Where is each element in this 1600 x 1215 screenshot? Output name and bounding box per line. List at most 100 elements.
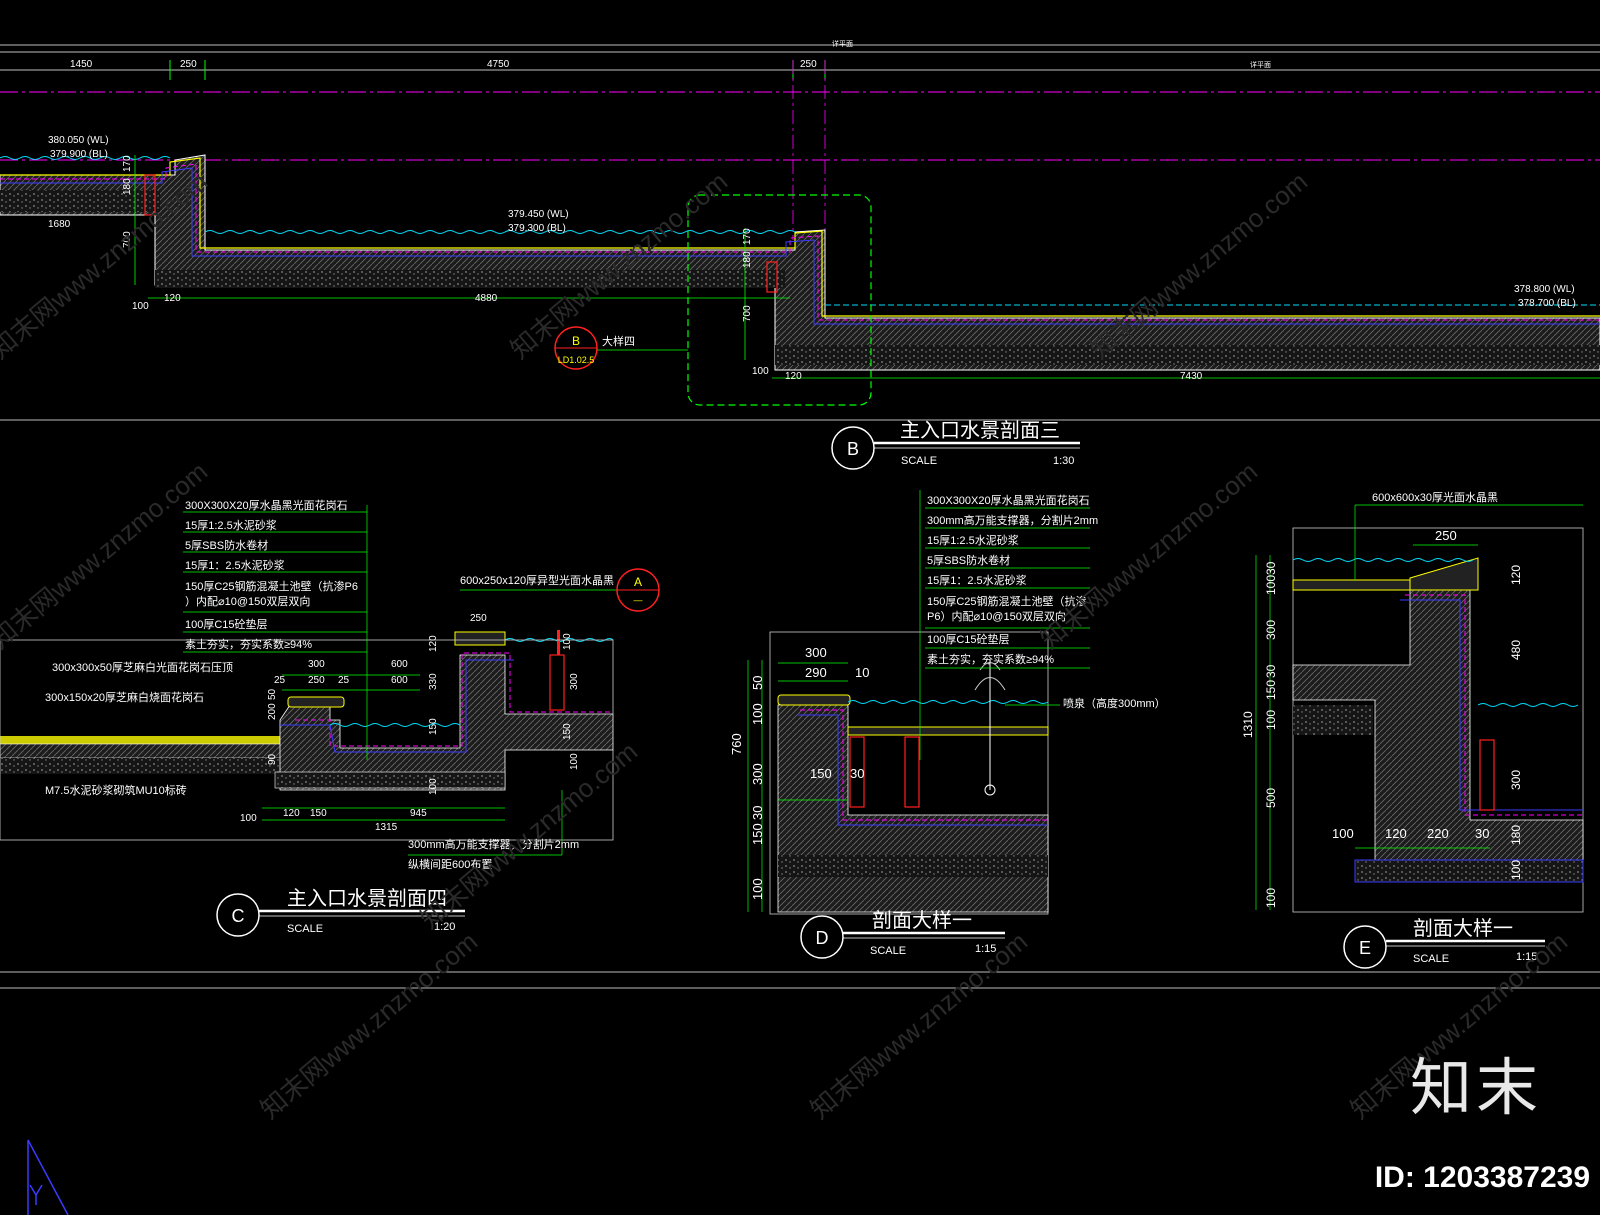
title-letter: C [232,906,245,926]
dim-1450: 1450 [70,59,93,70]
dim: 150 [310,808,327,819]
fountain-note: 喷泉（高度300mm） [1063,696,1166,710]
watermark: 知末网www.znzmo.com [1035,456,1263,654]
dim: 170 [742,228,753,245]
dim: 7430 [1180,371,1203,382]
dim-250-b: 250 [800,59,817,70]
watermark: 知末网www.znzmo.com [805,926,1033,1124]
dim: 290 [805,665,827,680]
note: 素土夯实，夯实系数≥94% [927,652,1054,666]
section-d-drawing [769,490,1049,915]
note: 15厚1:2.5水泥砂浆 [927,533,1019,547]
dim: 600 [391,675,408,686]
note: 150厚C25钢筋混凝土池壁（抗渗P6 [185,579,358,593]
dim: 50 [267,688,278,700]
title-name: 主入口水景剖面三 [900,419,1060,442]
dim: 100 [750,703,765,725]
note: 5厚SBS防水卷材 [927,553,1010,567]
dim: 300 [1264,620,1278,640]
note: 素土夯实，夯实系数≥94% [185,637,312,651]
dim: 100 [1509,860,1523,880]
scale-word: SCALE [1413,953,1449,965]
brand-logo: 知末 [1409,1051,1542,1124]
callout-letter: B [572,334,580,348]
dim-4750: 4750 [487,59,510,70]
dim: 700 [742,305,753,322]
cad-sheet: 1450 250 4750 250 详平面 详平面 380.050 (WL) 3… [0,0,1600,1215]
side-note: M7.5水泥砂浆砌筑MU10标砖 [45,783,187,797]
scale-word: SCALE [287,923,323,935]
level-3-wl: 378.800 (WL) [1514,284,1575,295]
title-name: 剖面大样一 [1413,917,1513,940]
ucs-icon [27,1139,69,1215]
dim: 180 [122,178,133,195]
callout-letter: A [634,575,642,589]
section-c-callout: A — [616,568,660,612]
dim: 30 [750,806,765,820]
dim-250-a: 250 [180,59,197,70]
dim: 500 [1264,788,1278,808]
dim: 300 [569,673,580,690]
dim: 220 [1427,826,1449,841]
dim: 25 [274,675,286,686]
dim: 1310 [1241,711,1255,738]
dim: 250 [1435,528,1457,543]
dim: 90 [267,753,278,765]
dim: 100 [1332,826,1354,841]
watermark: 知末网www.znzmo.com [255,926,483,1124]
dim: 200 [267,703,278,720]
scale-word: SCALE [870,945,906,957]
title-letter: D [816,928,829,948]
level-2-wl: 379.450 (WL) [508,209,569,220]
note: P6）内配⌀10@150双层双向 [927,609,1066,623]
callout-sheet: LD1.02.5 [558,355,595,365]
dim: 180 [742,251,753,268]
dim: 300 [1509,770,1523,790]
top-dimension-chain: 1450 250 4750 250 详平面 详平面 [0,39,1600,240]
dim: 150 [1264,680,1278,700]
note: 300mm高万能支撑器，分割片2mm [927,513,1098,527]
dim: 10 [855,665,869,680]
dim: 300 [750,763,765,785]
note: 300X300X20厚水晶黑光面花岗石 [185,498,348,512]
level-1-bl: 379.900 (BL) [50,149,108,160]
callout-text: 大样四 [602,334,635,348]
dim: 30 [1475,826,1489,841]
dim: 100 [750,878,765,900]
level-3-bl: 378.700 (BL) [1518,298,1576,309]
note: 100厚C15砼垫层 [927,632,1010,646]
title-letter: E [1359,938,1371,958]
scale-word: SCALE [901,455,937,467]
dim: 100 [132,301,149,312]
section-b-title: B 主入口水景剖面三 SCALE 1:30 [831,419,1080,470]
brand-id: ID: 1203387239 [1374,1161,1590,1194]
watermark: 知末网www.znzmo.com [0,456,213,654]
note: 150厚C25钢筋混凝土池壁（抗渗 [927,594,1087,608]
dim: 100 [1264,710,1278,730]
dim: 150 [810,766,832,781]
dim: 100 [569,753,580,770]
section-b-drawing [0,154,1600,406]
title-letter: B [847,439,859,459]
dim: 30 [1264,561,1278,575]
dim: 4880 [475,293,498,304]
dim: 1315 [375,822,398,833]
dim: 760 [729,733,744,755]
note: 5厚SBS防水卷材 [185,538,268,552]
dim: 600 [391,659,408,670]
note: 300X300X20厚水晶黑光面花岗石 [927,493,1090,507]
dim: 150 [428,718,439,735]
dim: 1680 [48,219,71,230]
dim: 300 [308,659,325,670]
dim: 100 [240,813,257,824]
note: ）内配⌀10@150双层双向 [185,594,310,608]
dim: 25 [338,675,350,686]
dim: 100 [428,778,439,795]
dim: 180 [1509,825,1523,845]
dim: 50 [750,676,765,690]
section-e-drawing [1255,504,1584,913]
dim: 170 [122,155,133,172]
dim: 120 [1509,565,1523,585]
dim: 100 [752,366,769,377]
top-note: 600x250x120厚异型光面水晶黑 [460,573,614,587]
